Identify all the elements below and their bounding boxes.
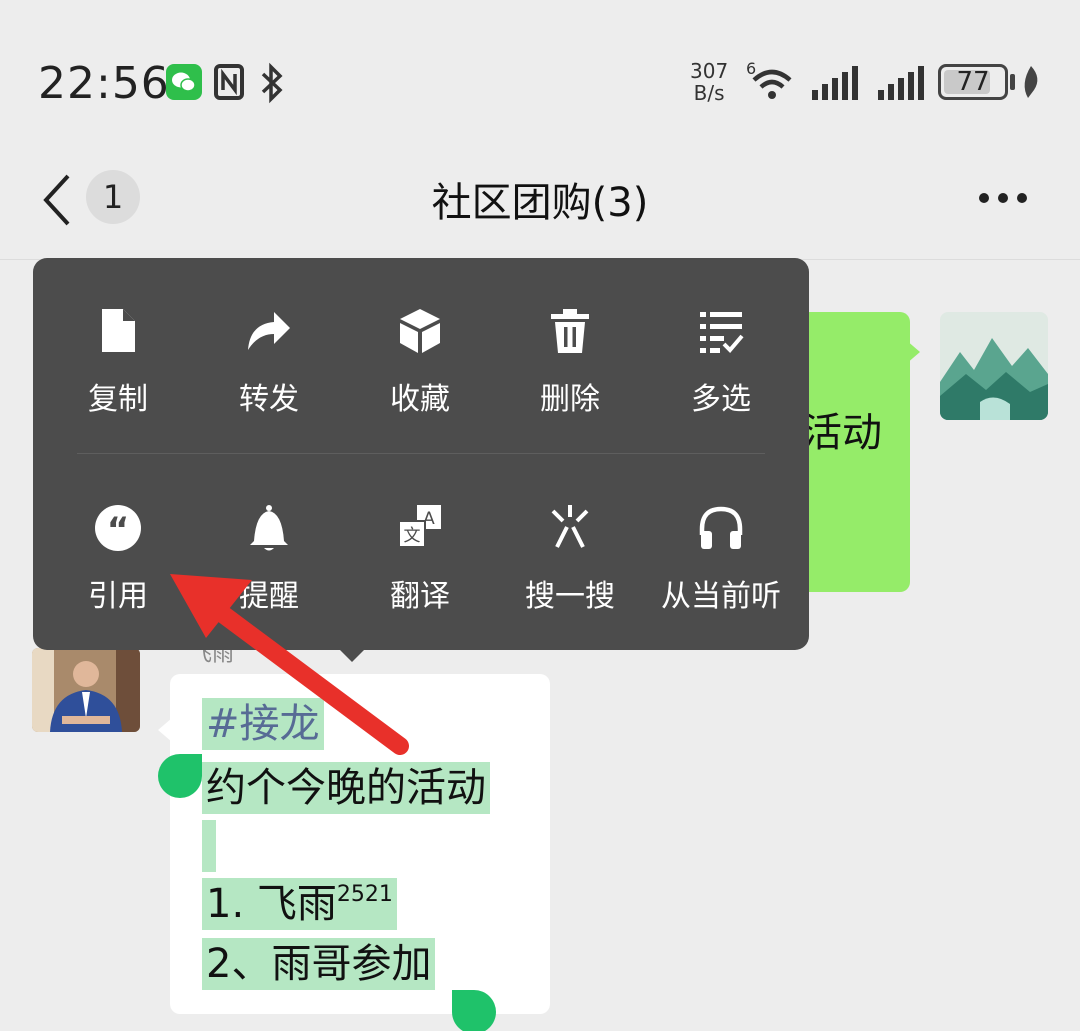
wechat-notification-icon — [166, 64, 202, 100]
nfc-icon — [214, 64, 244, 100]
menu-item-label: 搜一搜 — [525, 579, 615, 614]
delete-icon — [545, 306, 595, 356]
selection-end-handle[interactable] — [452, 990, 496, 1031]
network-speed: 307 B/s — [690, 60, 728, 104]
annotation-arrow — [160, 560, 420, 764]
battery-icon: 77 — [938, 64, 1008, 100]
menu-item-label: 删除 — [540, 382, 600, 417]
battery-level: 77 — [956, 67, 990, 97]
wifi-icon: 6 — [746, 59, 798, 108]
menu-item-forward[interactable]: 转发 — [194, 306, 344, 456]
network-speed-unit: B/s — [693, 81, 725, 105]
message-context-menu: 复制 转发 收藏 删除 多选 “ 引用 提醒 A 文 翻译 搜一搜 从当前听 — [33, 258, 809, 650]
favorite-icon — [395, 306, 445, 356]
menu-item-delete[interactable]: 删除 — [495, 306, 645, 456]
menu-item-label: 转发 — [239, 382, 299, 417]
menu-item-label: 多选 — [691, 382, 751, 417]
chat-title: 社区团购(3) — [431, 180, 649, 226]
status-bar: 22:56 307 B/s 6 77 — [0, 0, 1080, 150]
translate-icon: A文 — [395, 503, 445, 553]
menu-item-favorite[interactable]: 收藏 — [345, 306, 495, 456]
menu-item-copy[interactable]: 复制 — [43, 306, 193, 456]
more-options-icon[interactable] — [978, 190, 1028, 209]
headphones-icon — [696, 503, 746, 553]
message-superscript: 2521 — [336, 882, 393, 907]
multi-select-icon — [696, 306, 746, 356]
power-saving-leaf-icon — [1020, 64, 1042, 104]
bell-icon — [244, 503, 294, 553]
message-line-text: 1. 飞雨 — [206, 881, 337, 927]
my-avatar[interactable] — [940, 312, 1048, 420]
sender-avatar[interactable] — [32, 648, 140, 732]
copy-icon — [93, 306, 143, 356]
outgoing-message-text: 活动 — [802, 410, 882, 456]
chat-header: 1 社区团购(3) — [0, 150, 1080, 260]
wifi-label: 6 — [746, 60, 756, 78]
search-sparkle-icon — [545, 503, 595, 553]
message-line: 约个今晚的活动 — [202, 762, 490, 814]
message-empty-line — [202, 820, 216, 872]
message-line: 2、雨哥参加 — [202, 938, 436, 990]
menu-item-label: 收藏 — [390, 382, 450, 417]
menu-item-label: 从当前听 — [661, 579, 781, 614]
quote-icon: “ — [93, 503, 143, 553]
menu-item-multi-select[interactable]: 多选 — [646, 306, 796, 456]
menu-item-search[interactable]: 搜一搜 — [495, 503, 645, 653]
menu-item-listen[interactable]: 从当前听 — [646, 503, 796, 653]
wechat-chat-screen: 22:56 307 B/s 6 77 1 社区团购(3) 活动 飞雨 #接龙 约… — [0, 0, 1080, 1031]
menu-divider — [77, 453, 765, 454]
svg-text:文: 文 — [404, 526, 421, 546]
signal-strength-icon-2 — [878, 64, 926, 104]
forward-icon — [244, 306, 294, 356]
network-speed-value: 307 — [690, 59, 729, 83]
message-line: 1. 飞雨2521 — [202, 878, 397, 930]
svg-text:“: “ — [107, 510, 129, 550]
signal-strength-icon — [812, 64, 860, 104]
status-time: 22:56 — [38, 58, 170, 109]
bluetooth-icon — [258, 62, 286, 108]
menu-item-label: 复制 — [88, 382, 148, 417]
